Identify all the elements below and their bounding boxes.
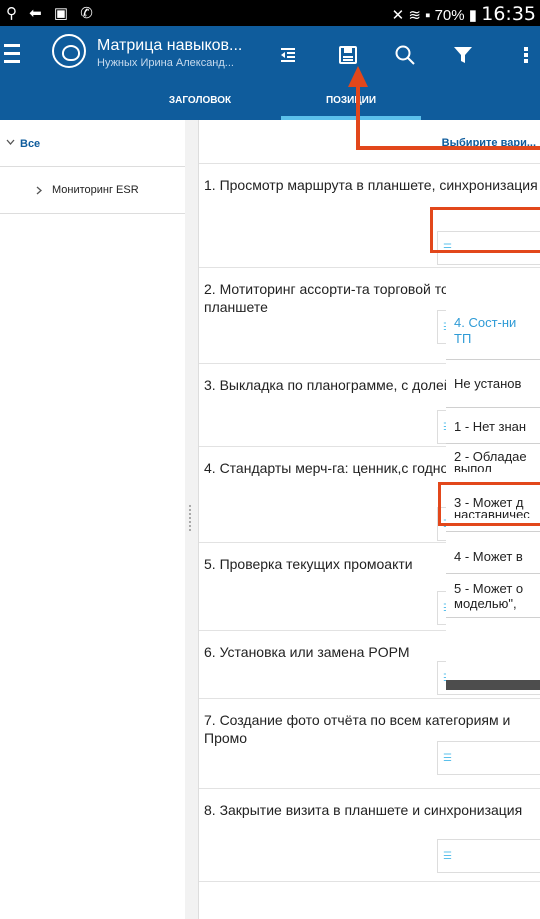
battery-icon: ▮	[468, 7, 478, 24]
divider	[446, 407, 540, 408]
annotation-arrow-icon	[348, 66, 368, 87]
list-item: 7. Создание фото отчёта по всем категори…	[199, 698, 540, 789]
sidebar-item-label: Мониторинг ESR	[52, 184, 139, 196]
sidebar-item-label: Все	[20, 138, 41, 150]
list-icon: ☰	[443, 753, 452, 764]
tab-bar: ЗАГОЛОВОК ПОЗИЦИИ	[0, 86, 540, 120]
dialog-option[interactable]: 2 - Обладае выпол	[454, 449, 527, 472]
list-item: 8. Закрытие визита в планшете и синхрони…	[199, 788, 540, 882]
chevron-right-icon	[36, 186, 42, 195]
dialog-option[interactable]: 4 - Может в	[454, 549, 523, 564]
dialog-option[interactable]: 5 - Может о моделью",	[454, 581, 523, 611]
annotation-box-option-3	[438, 482, 540, 526]
sidebar-item-monitoring-esr[interactable]: Мониторинг ESR	[0, 167, 185, 214]
divider	[446, 359, 540, 360]
more-vertical-icon[interactable]	[511, 40, 540, 70]
lion-logo-icon	[52, 34, 86, 68]
divider	[446, 443, 540, 444]
annotation-line	[356, 146, 540, 150]
tab-header[interactable]: ЗАГОЛОВОК	[120, 86, 280, 120]
dialog-title: 4. Сост-ни ТП	[454, 315, 516, 347]
app-bar: Матрица навыков... Нужных Ирина Александ…	[0, 26, 540, 86]
pane-splitter[interactable]	[185, 120, 199, 919]
item-title: 1. Просмотр маршрута в планшете, синхрон…	[204, 177, 538, 193]
menu-icon[interactable]	[4, 44, 20, 64]
option-label: Не установ	[454, 376, 522, 391]
dialog-title-line: 4. Сост-ни	[454, 315, 517, 330]
option-label: моделью",	[454, 596, 517, 611]
option-label: выпол	[454, 464, 492, 472]
dialog-option[interactable]: Не установ	[454, 376, 521, 391]
list-icon: ☰	[443, 851, 452, 862]
battery-level: 70%	[434, 7, 465, 24]
tab-positions[interactable]: ПОЗИЦИИ	[281, 86, 421, 120]
rating-select[interactable]: ☰	[437, 839, 540, 873]
sidebar-item-all[interactable]: Все	[0, 120, 185, 167]
app-subtitle: Нужных Ирина Александ...	[97, 57, 234, 69]
rating-select[interactable]: ☰	[437, 741, 540, 775]
status-icons-right: ✕ ≋ ▪ 70% ▮ 16:35	[392, 3, 536, 25]
status-icons-left: ⚲ ⬅ ▣ ✆	[6, 5, 97, 22]
sidebar: Все Мониторинг ESR	[0, 120, 186, 919]
divider	[446, 531, 540, 532]
search-icon[interactable]	[390, 40, 420, 70]
dialog-title-line: ТП	[454, 331, 472, 346]
annotation-box-rating-field	[430, 207, 540, 253]
outdent-icon[interactable]	[273, 40, 303, 70]
clock: 16:35	[481, 3, 536, 25]
divider	[446, 573, 540, 574]
app-title: Матрица навыков...	[97, 37, 243, 54]
drag-handle-icon[interactable]	[189, 505, 194, 531]
option-label: 4 - Может в	[454, 549, 523, 564]
dialog-option[interactable]: 1 - Нет знан	[454, 419, 526, 434]
annotation-line	[356, 85, 360, 149]
option-label: 5 - Может о	[454, 581, 524, 596]
status-bar: ⚲ ⬅ ▣ ✆ ✕ ≋ ▪ 70% ▮ 16:35	[0, 0, 540, 26]
divider	[446, 617, 540, 618]
item-title: 8. Закрытие визита в планшете и синхрони…	[204, 802, 523, 818]
signal-icons: ✕ ≋ ▪	[391, 7, 435, 24]
option-label: 2 - Обладае	[454, 449, 527, 464]
filter-icon[interactable]	[448, 40, 478, 70]
chevron-down-icon	[6, 139, 15, 145]
option-label: 1 - Нет знан	[454, 419, 527, 434]
